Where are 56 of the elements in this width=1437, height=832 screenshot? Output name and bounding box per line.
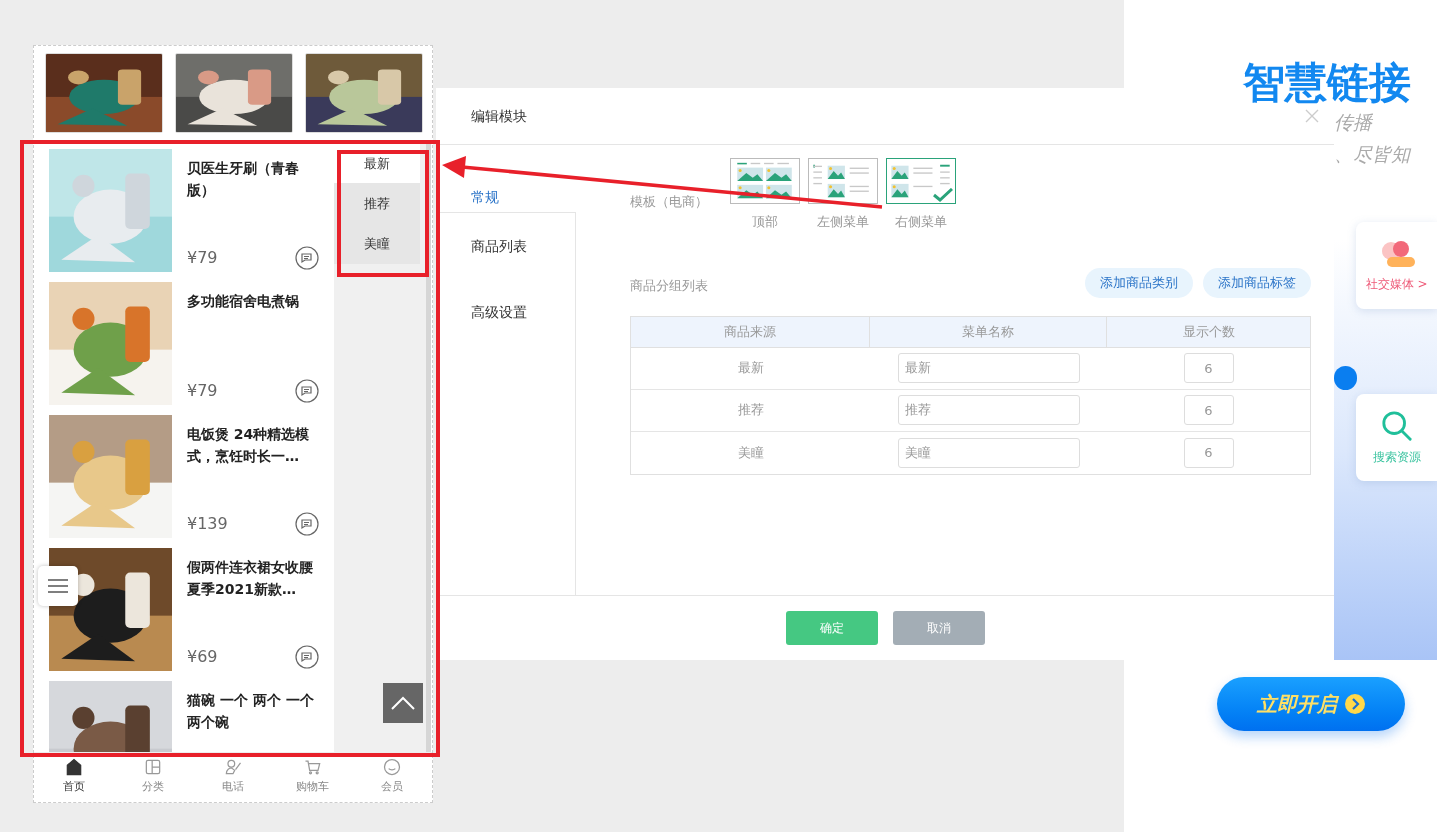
confirm-button[interactable]: 确定: [785, 611, 878, 645]
add-button[interactable]: 添加商品类别: [1085, 267, 1193, 298]
message-icon[interactable]: [295, 246, 319, 270]
tab-bar-item[interactable]: 首页: [34, 753, 114, 800]
product-price: ¥69: [187, 646, 218, 668]
product-price: ¥79: [187, 247, 218, 269]
product-price: ¥79: [187, 380, 218, 402]
menu-name-field[interactable]: 最新: [897, 353, 1080, 383]
template-label: 模板（电商）: [630, 193, 708, 211]
product-name: 假两件连衣裙女收腰夏季2021新款…: [187, 558, 314, 599]
menu-button[interactable]: [38, 566, 78, 606]
tab-bar-item[interactable]: 购物车: [272, 753, 353, 800]
tab-bar-item[interactable]: 电话: [193, 753, 273, 800]
menu-name-field[interactable]: 推荐: [897, 395, 1080, 425]
settings-tab[interactable]: 高级设置: [436, 279, 576, 346]
feature-card[interactable]: 搜索资源: [1356, 394, 1437, 481]
checkmark-icon: [933, 188, 953, 202]
count-field[interactable]: 6: [1183, 353, 1234, 383]
start-now-button[interactable]: 立即开启: [1217, 677, 1405, 731]
product-name: 电饭煲 24种精选模式，烹饪时长一…: [187, 425, 311, 466]
promo-subtitle: 、尽皆知: [1334, 143, 1412, 165]
menu-name-field[interactable]: 美瞳: [897, 437, 1080, 468]
count-field[interactable]: 6: [1183, 395, 1234, 425]
table-cell-text: 美瞳: [736, 443, 765, 462]
menu-tab[interactable]: 推荐: [334, 184, 420, 224]
cancel-button[interactable]: 取消: [892, 611, 985, 645]
count-field[interactable]: 6: [1183, 437, 1234, 468]
tab-bar-item[interactable]: 会员: [352, 753, 432, 800]
back-to-top-button[interactable]: [383, 683, 423, 723]
menu-icon: [48, 578, 68, 594]
search-icon: [1380, 409, 1413, 442]
chevron-right-icon: [1345, 694, 1365, 714]
feature-card[interactable]: 社交媒体 >: [1356, 222, 1437, 309]
tab-bar-item[interactable]: 分类: [113, 753, 194, 800]
promo-title: 智慧链接: [1242, 57, 1412, 109]
product-name: 猫碗 一个 两个 一个两个碗: [187, 691, 315, 732]
promo-subtitle: 传播: [1334, 111, 1374, 133]
settings-tab[interactable]: 商品列表: [436, 212, 576, 279]
group-list-label: 商品分组列表: [630, 276, 708, 295]
product-name: 贝医生牙刷（青春版）: [187, 159, 300, 200]
table-cell-text: 最新: [736, 359, 765, 378]
product-name: 多功能宿舍电煮锅: [187, 292, 300, 311]
table-cell-text: 推荐: [736, 401, 765, 420]
column-header: 显示个数: [1181, 322, 1236, 341]
smiley-icon: [382, 757, 403, 778]
chevron-up-icon: [391, 696, 415, 710]
message-icon[interactable]: [295, 645, 319, 669]
dialog-title: 编辑模块: [471, 106, 527, 126]
column-header: 商品来源: [631, 316, 870, 347]
message-icon[interactable]: [295, 512, 319, 536]
menu-tab[interactable]: 美瞳: [334, 224, 420, 264]
add-button[interactable]: 添加商品标签: [1203, 267, 1311, 298]
settings-tab[interactable]: 常规: [436, 145, 576, 212]
column-header: 菜单名称: [870, 316, 1107, 347]
product-price: ¥139: [187, 513, 228, 535]
message-icon[interactable]: [295, 379, 319, 403]
